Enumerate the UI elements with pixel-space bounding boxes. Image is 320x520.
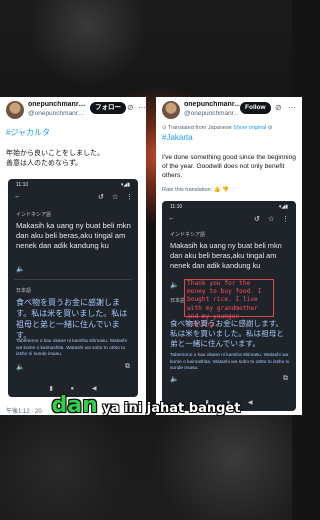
romanization-text: Tabemono o kau okane ni kansha shimasu. … — [16, 339, 127, 357]
phone-status-bar: 11:10 ▾◢▮ — [16, 182, 130, 190]
speaker-icon: 🔈 — [16, 266, 25, 273]
nav-recents-icon: ▮ — [49, 386, 53, 392]
tweet-header: onepunchmanr… @onepunchmanr… Follow ⊘ ⋯ — [162, 101, 298, 123]
speaker-icon-2: 🔈 — [170, 376, 179, 383]
nav-home-icon: ● — [70, 386, 75, 392]
rate-label: Rate this translation: — [162, 187, 213, 193]
more-icon[interactable]: ⋯ — [138, 103, 146, 112]
back-arrow-icon: ← — [168, 215, 175, 222]
back-arrow-icon: ← — [14, 193, 21, 200]
tweet-header: onepunchmanr… @onepunchmanr… フォロー ⊘ ⋯ — [6, 101, 146, 123]
history-icon: ↺ — [98, 194, 104, 201]
speaker-icon: 🔈 — [170, 282, 179, 289]
avatar[interactable] — [6, 101, 24, 119]
signal-battery-icon: ▾◢▮ — [278, 204, 288, 210]
nav-back-icon: ◀ — [91, 386, 97, 392]
grok-icon[interactable]: ⊘ — [127, 103, 134, 112]
translate-toolbar: ← ↺ ☆ ⋮ — [168, 215, 290, 225]
rate-translation: Rate this translation: 👍 👎 — [162, 187, 229, 193]
caption-highlight-word: dan — [51, 393, 98, 418]
avatar[interactable] — [162, 101, 180, 119]
tweet-text-line1: 年始から良いことをしました。 — [6, 150, 104, 157]
copy-icon: ⧉ — [283, 375, 288, 382]
user-handle[interactable]: @onepunchmanr… — [184, 110, 238, 117]
tweet-text: I've done something good since the begin… — [162, 154, 296, 179]
speaker-icon-2: 🔈 — [16, 364, 25, 371]
display-name[interactable]: onepunchmanr… — [184, 101, 240, 108]
display-name[interactable]: onepunchmanr… — [28, 101, 90, 108]
history-icon: ↺ — [254, 216, 260, 223]
source-text: Makasih ka uang ny buat beli mkn dan aku… — [170, 241, 282, 270]
target-language: 日本語 — [170, 298, 186, 304]
more-icon[interactable]: ⋯ — [288, 103, 296, 112]
more-vert-icon: ⋮ — [282, 216, 289, 223]
target-language: 日本語 — [16, 288, 32, 294]
hashtag-link[interactable]: #ジャカルタ — [6, 127, 50, 138]
tweet-card-japanese: onepunchmanr… @onepunchmanr… フォロー ⊘ ⋯ #ジ… — [0, 97, 146, 415]
grok-small-icon: ⊘ — [266, 125, 273, 131]
star-icon: ☆ — [112, 194, 119, 201]
translated-text: 食べ物を買うお金に感謝します。私は米を買いました。私は祖母と弟と一緒に住んでいま… — [170, 319, 284, 348]
source-language: インドネシア語 — [170, 232, 206, 238]
tweet-text-line2: 善意は人のためならず。 — [6, 160, 83, 167]
translate-screenshot[interactable]: 11:10 ▾◢▮ ← ↺ ☆ ⋮ インドネシア語 Makasih ka uan… — [162, 201, 296, 411]
user-handle[interactable]: @onepunchmanr… — [28, 110, 86, 117]
phone-status-bar: 11:10 ▾◢▮ — [170, 204, 288, 212]
source-text: Makasih ka uang ny buat beli mkn dan aku… — [16, 221, 131, 250]
translate-toolbar: ← ↺ ☆ ⋮ — [14, 193, 133, 203]
caption-text: ya ini jahat banget — [97, 401, 241, 416]
more-vert-icon: ⋮ — [126, 194, 133, 201]
follow-button[interactable]: Follow — [240, 102, 271, 114]
grok-icon[interactable]: ⊘ — [275, 103, 282, 112]
hashtag-link[interactable]: #Jakarta — [162, 133, 193, 142]
tweet-card-english: onepunchmanr… @onepunchmanr… Follow ⊘ ⋯ … — [156, 97, 302, 415]
source-language: インドネシア語 — [16, 212, 52, 218]
phone-time: 11:10 — [16, 182, 29, 188]
divider — [14, 279, 132, 280]
copy-icon: ⧉ — [125, 363, 130, 370]
thumbs-up-icon[interactable]: 👍 — [214, 187, 221, 193]
show-original-link[interactable]: Show original — [233, 125, 266, 131]
phone-time: 11:10 — [170, 204, 183, 210]
follow-button[interactable]: フォロー — [90, 102, 126, 114]
thumbs-down-icon[interactable]: 👎 — [221, 187, 229, 193]
translated-text: 食べ物を買うお金に感謝します。私は米を買いました。私は祖母と弟と一緒に住んでいま… — [16, 298, 128, 340]
video-caption: dan ya ini jahat banget — [0, 393, 292, 421]
signal-battery-icon: ▾◢▮ — [120, 182, 130, 188]
translated-from-label: Translated from Japanese — [168, 125, 232, 131]
translation-note: ⊙ Translated from Japanese Show original… — [162, 125, 272, 131]
translate-screenshot[interactable]: 11:10 ▾◢▮ ← ↺ ☆ ⋮ インドネシア語 Makasih ka uan… — [8, 179, 138, 397]
romanization-text: Tabemono o kau okane ni kansha shimasu. … — [170, 353, 290, 371]
star-icon: ☆ — [268, 216, 275, 223]
